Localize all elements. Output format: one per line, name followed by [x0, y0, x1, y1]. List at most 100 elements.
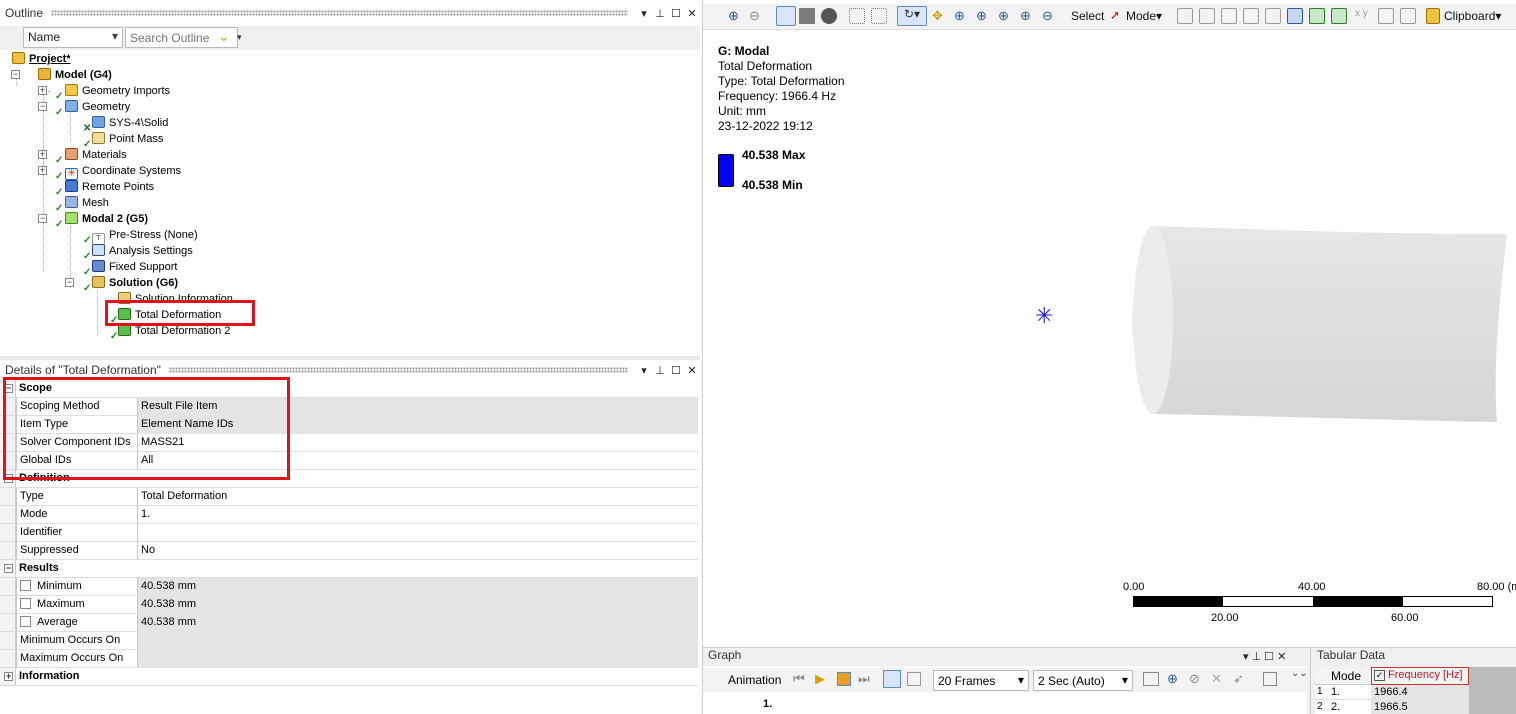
wireframe-icon[interactable]	[799, 8, 815, 24]
clipboard-button[interactable]: Clipboard▾	[1444, 9, 1501, 23]
detail-row[interactable]: Suppressed No	[0, 542, 698, 560]
maximize-icon[interactable]: ☐	[668, 364, 684, 377]
splitter[interactable]	[0, 356, 700, 360]
dropdown-icon[interactable]: ▾	[636, 364, 652, 377]
expand-icon[interactable]: +	[38, 166, 47, 175]
export-video-icon[interactable]	[1143, 672, 1159, 686]
zoom-to-selection-icon[interactable]: ⊖	[749, 8, 765, 24]
mesh-select-icon[interactable]	[1331, 8, 1347, 24]
mode-button[interactable]: Mode▾	[1126, 9, 1162, 23]
duration-select[interactable]: 2 Sec (Auto) ▾	[1033, 670, 1133, 691]
tree-item-modal-analysis[interactable]: Modal 2 (G5)	[65, 211, 148, 227]
shaded-view-icon[interactable]	[776, 6, 796, 26]
edge-select-icon[interactable]	[1199, 8, 1215, 24]
parameter-checkbox[interactable]	[20, 580, 31, 591]
detail-row[interactable]: Minimum Occurs On	[0, 632, 698, 650]
parameter-checkbox[interactable]	[20, 616, 31, 627]
annotation-icon[interactable]	[1400, 8, 1416, 24]
zoom-fit-icon[interactable]: ⊕	[728, 8, 744, 24]
pan-select-icon[interactable]	[871, 8, 887, 24]
detail-row[interactable]: Identifier	[0, 524, 698, 542]
table-icon[interactable]	[1263, 672, 1277, 686]
filter-dropdown-icon[interactable]: ▾	[237, 32, 242, 43]
tree-item-geometry-imports[interactable]: Geometry Imports	[65, 83, 170, 99]
magnifier-icon[interactable]: ⊕	[1020, 8, 1036, 24]
section-results[interactable]: − Results	[0, 560, 698, 578]
expand-icon[interactable]: +	[38, 150, 47, 159]
tree-item-remote-points[interactable]: Remote Points	[65, 179, 154, 195]
table-row[interactable]: 1 1. 1966.4	[1315, 685, 1469, 700]
rotate-icon[interactable]: ↻▾	[897, 6, 927, 26]
collapse-icon[interactable]: −	[38, 214, 47, 223]
expand-icon[interactable]: +	[4, 672, 13, 681]
collapse-icon[interactable]: −	[65, 278, 74, 287]
body-select-icon[interactable]	[1243, 8, 1259, 24]
graph-options-icon[interactable]: ⊘	[1189, 671, 1200, 687]
select-button[interactable]: Select	[1071, 9, 1104, 23]
legend-min: 40.538 Min	[742, 178, 803, 192]
filter-chevron-icon[interactable]: ⌄	[218, 28, 230, 45]
detail-row[interactable]: Maximum Occurs On	[0, 650, 698, 668]
name-filter-select[interactable]: Name ▾	[23, 27, 123, 48]
collapse-icon[interactable]: −	[11, 70, 20, 79]
tree-item-mesh[interactable]: Mesh	[65, 195, 109, 211]
tree-item-solution[interactable]: Solution (G6)	[92, 275, 178, 291]
expand-icon[interactable]: +	[38, 86, 47, 95]
label-icon[interactable]	[1378, 8, 1394, 24]
maximize-icon[interactable]: ☐	[668, 7, 684, 20]
table-row[interactable]: 2 2. 1966.5	[1315, 700, 1469, 714]
tree-item-project[interactable]: Project*	[12, 51, 71, 67]
detail-row[interactable]: Minimum 40.538 mm	[0, 578, 698, 596]
zoom-icon[interactable]: ⊕	[954, 8, 970, 24]
vertex-select-icon[interactable]	[1177, 8, 1193, 24]
tree-item-analysis-settings[interactable]: Analysis Settings	[92, 243, 193, 259]
pin-icon[interactable]: ⊥	[652, 7, 668, 20]
element-select-icon[interactable]	[1287, 8, 1303, 24]
stop-icon[interactable]	[837, 672, 851, 686]
wand-icon[interactable]: ➶	[1233, 671, 1244, 687]
zoom-graph-icon[interactable]: ⊕	[1167, 671, 1178, 687]
box-zoom-in-icon[interactable]: ⊕	[976, 8, 992, 24]
dropdown-icon[interactable]: ▾	[636, 7, 652, 20]
graph-panel-controls[interactable]: ▾ ⊥ ☐ ✕	[1243, 650, 1286, 663]
collapse-icon[interactable]: −	[38, 102, 47, 111]
pan-icon[interactable]: ✥	[932, 8, 948, 24]
box-zoom-icon[interactable]	[849, 8, 865, 24]
tree-item-point-mass[interactable]: Point Mass	[92, 131, 163, 147]
coordinates-icon[interactable]: x y	[1355, 8, 1371, 24]
detail-row[interactable]: Maximum 40.538 mm	[0, 596, 698, 614]
pin-icon[interactable]: ⊥	[652, 364, 668, 377]
element-face-icon[interactable]	[1309, 8, 1325, 24]
close-icon[interactable]: ✕	[684, 7, 700, 20]
model-geometry[interactable]	[1123, 220, 1513, 430]
tree-item-pre-stress[interactable]: T Pre-Stress (None)	[92, 227, 198, 245]
col-mode[interactable]: Mode	[1331, 669, 1361, 683]
zoom-to-fit-icon[interactable]: ⊕	[998, 8, 1014, 24]
parameter-checkbox[interactable]	[20, 598, 31, 609]
previous-frame-icon[interactable]: ⏮	[793, 671, 805, 687]
collapse-icon[interactable]: −	[4, 564, 13, 573]
close-icon[interactable]: ✕	[684, 364, 700, 377]
tree-item-coordinate-systems[interactable]: ✳ Coordinate Systems	[65, 163, 181, 180]
section-information[interactable]: + Information	[0, 668, 698, 686]
trace-icon[interactable]: ✕	[1211, 671, 1222, 687]
col-frequency[interactable]: ✓ Frequency [Hz]	[1371, 667, 1469, 685]
next-frame-icon[interactable]: ⏭	[858, 671, 870, 687]
detail-row[interactable]: Type Total Deformation	[0, 488, 698, 506]
more-icon[interactable]: ⌄⌄	[1291, 668, 1308, 679]
face-select-icon[interactable]	[1221, 8, 1237, 24]
tree-item-fixed-support[interactable]: Fixed Support	[92, 259, 177, 275]
play-icon[interactable]: ▶	[815, 671, 825, 687]
detail-row[interactable]: Mode 1.	[0, 506, 698, 524]
tree-item-solid-body[interactable]: SYS-4\Solid	[92, 115, 168, 131]
tree-item-model[interactable]: Model (G4)	[38, 67, 112, 83]
distributed-icon[interactable]	[883, 670, 901, 688]
frames-select[interactable]: 20 Frames ▾	[933, 670, 1029, 691]
tree-item-materials[interactable]: Materials	[65, 147, 127, 163]
detail-row[interactable]: Average 40.538 mm	[0, 614, 698, 632]
zoom-out-icon[interactable]: ⊖	[1042, 8, 1058, 24]
result-sets-icon[interactable]	[907, 672, 921, 686]
tree-item-geometry[interactable]: Geometry	[65, 99, 130, 115]
node-select-icon[interactable]	[1265, 8, 1281, 24]
section-plane-icon[interactable]	[821, 8, 837, 24]
